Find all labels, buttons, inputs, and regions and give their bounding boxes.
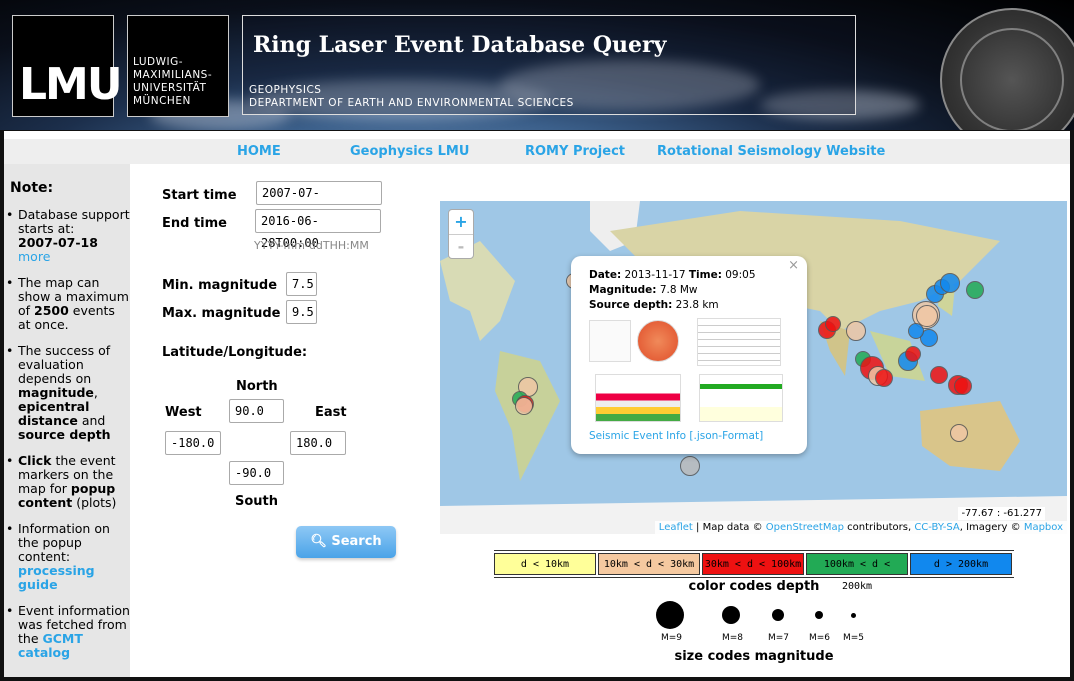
east-label: East: [315, 405, 347, 420]
magnitude-legend-caption: size codes magnitude: [674, 649, 834, 664]
event-marker[interactable]: [680, 456, 700, 476]
lmu-logo[interactable]: LMU: [12, 15, 123, 117]
seismic-event-info-link[interactable]: Seismic Event Info [.json-Format]: [589, 429, 763, 444]
event-marker[interactable]: [846, 321, 866, 341]
event-map[interactable]: + - × Date: 2013-11-17 Time: 09:05 Magni…: [440, 201, 1067, 534]
magnitude-label-6: M=6: [809, 633, 831, 643]
close-popup-icon[interactable]: ×: [788, 258, 799, 273]
note-max-events: The map can show a maximum of 2500 event…: [4, 276, 130, 332]
depth-legend-box-2: 10km < d < 30km: [598, 553, 700, 575]
popup-spectrum-thumbnail[interactable]: [595, 374, 681, 422]
top-nav: HOME Geophysics LMU ROMY Project Rotatio…: [4, 139, 1070, 164]
start-time-input[interactable]: 2007-07-18T00:00: [256, 181, 382, 222]
more-link[interactable]: more: [18, 249, 50, 264]
event-marker[interactable]: [825, 316, 841, 332]
magnitude-label-5: M=5: [843, 633, 865, 643]
search-button[interactable]: 🔍︎ Search: [296, 526, 396, 558]
event-popup: × Date: 2013-11-17 Time: 09:05 Magnitude…: [571, 256, 807, 454]
depth-legend-box-1: d < 10km: [494, 553, 596, 575]
osm-link[interactable]: OpenStreetMap: [766, 522, 844, 533]
university-seal-icon: [940, 8, 1074, 130]
notes-heading: Note:: [10, 180, 54, 196]
popup-magnitude-line: Magnitude: 7.8 Mw: [589, 284, 698, 296]
latlon-label: Latitude/Longitude:: [162, 345, 308, 360]
event-marker[interactable]: [950, 424, 968, 442]
end-time-label: End time: [162, 216, 227, 231]
magnitude-dot-7: [772, 609, 784, 621]
magnitude-label-7: M=7: [768, 633, 790, 643]
south-label: South: [235, 494, 279, 509]
magnitude-label-8: M=8: [722, 633, 744, 643]
lmu-logo-text: LMU: [19, 59, 123, 110]
page-content: HOME Geophysics LMU ROMY Project Rotatio…: [4, 131, 1070, 677]
page-header: LMU LUDWIG- MAXIMILIANS- UNIVERSITÄT MÜN…: [0, 0, 1074, 130]
event-marker[interactable]: [905, 346, 921, 362]
university-name: LUDWIG- MAXIMILIANS- UNIVERSITÄT MÜNCHEN: [133, 56, 213, 107]
depth-legend-box-4: 100km < d < 200km: [806, 553, 908, 592]
note-gcmt: Event information was fetched from the G…: [4, 604, 130, 660]
start-time-label: Start time: [162, 188, 237, 203]
north-input[interactable]: 90.0: [229, 399, 284, 423]
end-time-input[interactable]: 2016-06-28T00:00: [255, 209, 381, 250]
university-logo: LUDWIG- MAXIMILIANS- UNIVERSITÄT MÜNCHEN: [127, 15, 229, 117]
magnitude-dot-9: [656, 601, 684, 629]
cursor-coordinates: -77.67 : -61.277: [958, 507, 1045, 520]
magnitude-dot-8: [722, 606, 740, 624]
notes-list: Database support starts at:2007-07-18 mo…: [4, 208, 130, 672]
east-input[interactable]: 180.0: [290, 431, 346, 455]
magnifier-icon: 🔍︎: [310, 534, 327, 549]
zoom-out-button[interactable]: -: [449, 235, 473, 259]
depth-legend-box-5: d > 200km: [910, 553, 1012, 575]
event-marker[interactable]: [875, 369, 893, 387]
event-marker[interactable]: [954, 377, 972, 395]
west-label: West: [165, 405, 202, 420]
event-marker[interactable]: [966, 281, 984, 299]
event-marker[interactable]: [908, 323, 924, 339]
processing-guide-link[interactable]: processing guide: [18, 563, 95, 592]
magnitude-label-9: M=9: [661, 633, 683, 643]
nav-geophysics-lmu[interactable]: Geophysics LMU: [350, 144, 469, 159]
nav-romy-project[interactable]: ROMY Project: [525, 144, 625, 159]
note-popup-info: Information on the popup content: proces…: [4, 522, 130, 592]
search-button-label: Search: [331, 534, 382, 549]
max-magnitude-label: Max. magnitude: [162, 306, 281, 321]
min-magnitude-label: Min. magnitude: [162, 278, 278, 293]
sidebar-notes: Note: Database support starts at:2007-07…: [4, 164, 130, 677]
mapbox-link[interactable]: Mapbox: [1024, 522, 1063, 533]
popup-waveform-thumbnail[interactable]: [697, 318, 781, 366]
popup-depth-line: Source depth: 23.8 km: [589, 299, 719, 311]
popup-date-line: Date: 2013-11-17 Time: 09:05: [589, 269, 756, 281]
min-magnitude-input[interactable]: 7.5: [286, 272, 317, 296]
title-banner: Ring Laser Event Database Query GEOPHYSI…: [242, 15, 856, 115]
popup-plot-thumbnail[interactable]: [589, 320, 631, 362]
magnitude-dot-6: [815, 611, 823, 619]
leaflet-link[interactable]: Leaflet: [659, 522, 693, 533]
popup-analysis-thumbnail[interactable]: [699, 374, 783, 422]
nav-rotational-seismology[interactable]: Rotational Seismology Website: [657, 144, 885, 159]
south-input[interactable]: -90.0: [229, 461, 284, 485]
max-magnitude-input[interactable]: 9.5: [286, 300, 317, 324]
department-subtitle: GEOPHYSICS DEPARTMENT OF EARTH AND ENVIR…: [249, 84, 574, 109]
event-marker[interactable]: [940, 273, 960, 293]
popup-map-thumbnail[interactable]: [637, 320, 679, 362]
zoom-in-button[interactable]: +: [449, 210, 473, 235]
event-marker[interactable]: [930, 366, 948, 384]
event-marker[interactable]: [515, 397, 533, 415]
time-format-hint: YYYY-mm-ddTHH:MM: [254, 239, 369, 252]
magnitude-dot-5: [851, 613, 856, 618]
depth-legend-box-3: 30km < d < 100km: [702, 553, 804, 575]
west-input[interactable]: -180.0: [165, 431, 221, 455]
north-label: North: [236, 379, 278, 394]
note-evaluation: The success of evaluation depends on mag…: [4, 344, 130, 442]
zoom-control: + -: [448, 209, 474, 259]
depth-legend-caption: color codes depth: [688, 579, 820, 594]
note-click-markers: Click the event markers on the map for p…: [4, 454, 130, 510]
page-title: Ring Laser Event Database Query: [253, 32, 667, 58]
ccbysa-link[interactable]: CC-BY-SA: [914, 522, 959, 533]
note-database-start: Database support starts at:2007-07-18 mo…: [4, 208, 130, 264]
map-attribution: Leaflet | Map data © OpenStreetMap contr…: [654, 521, 1067, 534]
nav-home[interactable]: HOME: [237, 144, 281, 159]
